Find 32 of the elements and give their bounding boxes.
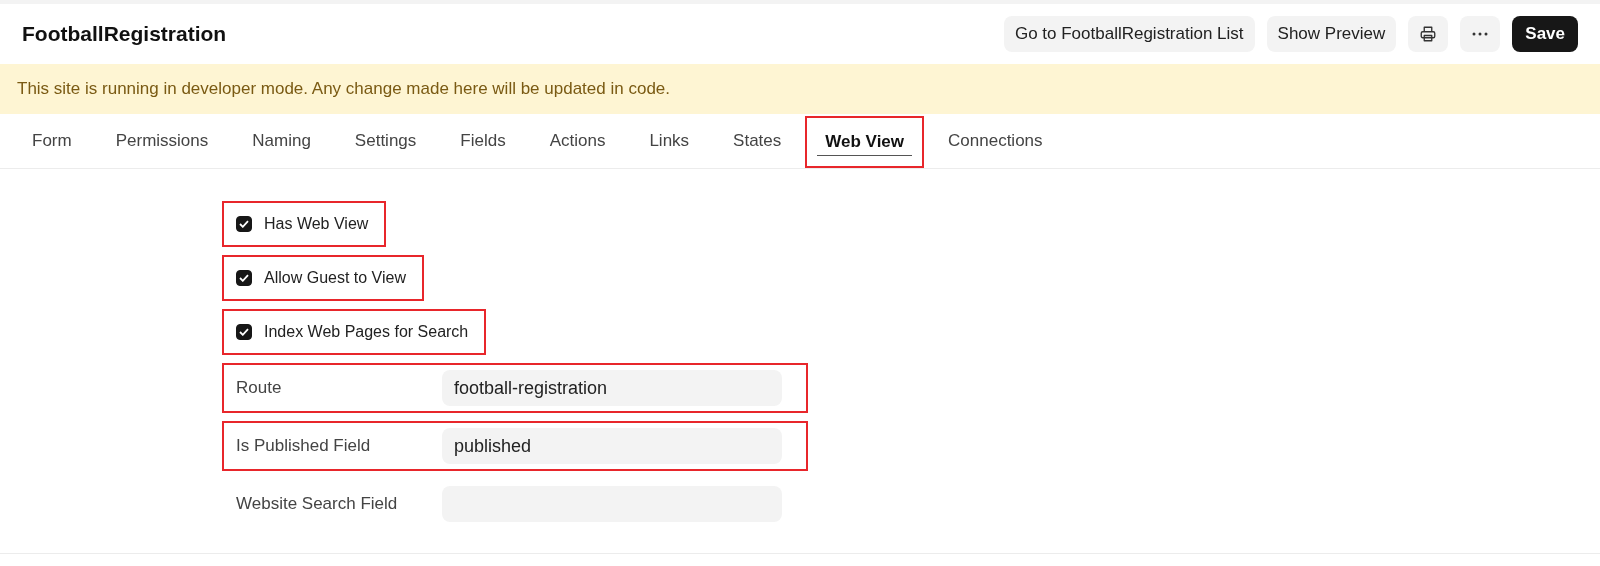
input-field[interactable]: published [442,428,782,464]
tab[interactable]: Form [12,114,92,168]
checkmark-icon [239,220,249,228]
field-label: Website Search Field [236,494,399,514]
checkbox-label: Allow Guest to View [264,269,406,287]
more-icon [1472,32,1489,36]
checkbox[interactable] [236,270,252,286]
checkbox-label: Index Web Pages for Search [264,323,469,341]
checkbox[interactable] [236,216,252,232]
tab[interactable]: Naming [232,114,331,168]
checkmark-icon [239,274,249,282]
tab[interactable]: Permissions [95,114,229,168]
print-button[interactable] [1408,16,1449,52]
checkbox[interactable] [236,324,252,340]
tab[interactable]: Fields [440,114,526,168]
tab[interactable]: Links [629,114,710,168]
save-button[interactable]: Save [1512,16,1578,52]
toolbar-button[interactable]: Go to FootballRegistration List [1003,16,1255,52]
tab[interactable]: Web View [805,116,925,168]
checkmark-icon [239,328,249,336]
field-label: Is Published Field [236,436,372,456]
input-field[interactable]: football-registration [442,370,782,406]
field-label: Route [236,378,283,398]
tab[interactable]: Connections [928,114,1063,168]
developer-mode-banner: This site is running in developer mode. Any change made here will be updated in code. [0,64,1600,114]
toolbar-button[interactable]: Show Preview [1266,16,1397,52]
printer-icon [1419,25,1438,43]
tab[interactable]: Actions [529,114,626,168]
tab[interactable]: States [713,114,802,168]
page-title: FootballRegistration [22,22,227,46]
tab[interactable]: Settings [334,114,437,168]
checkbox-label: Has Web View [264,215,369,233]
